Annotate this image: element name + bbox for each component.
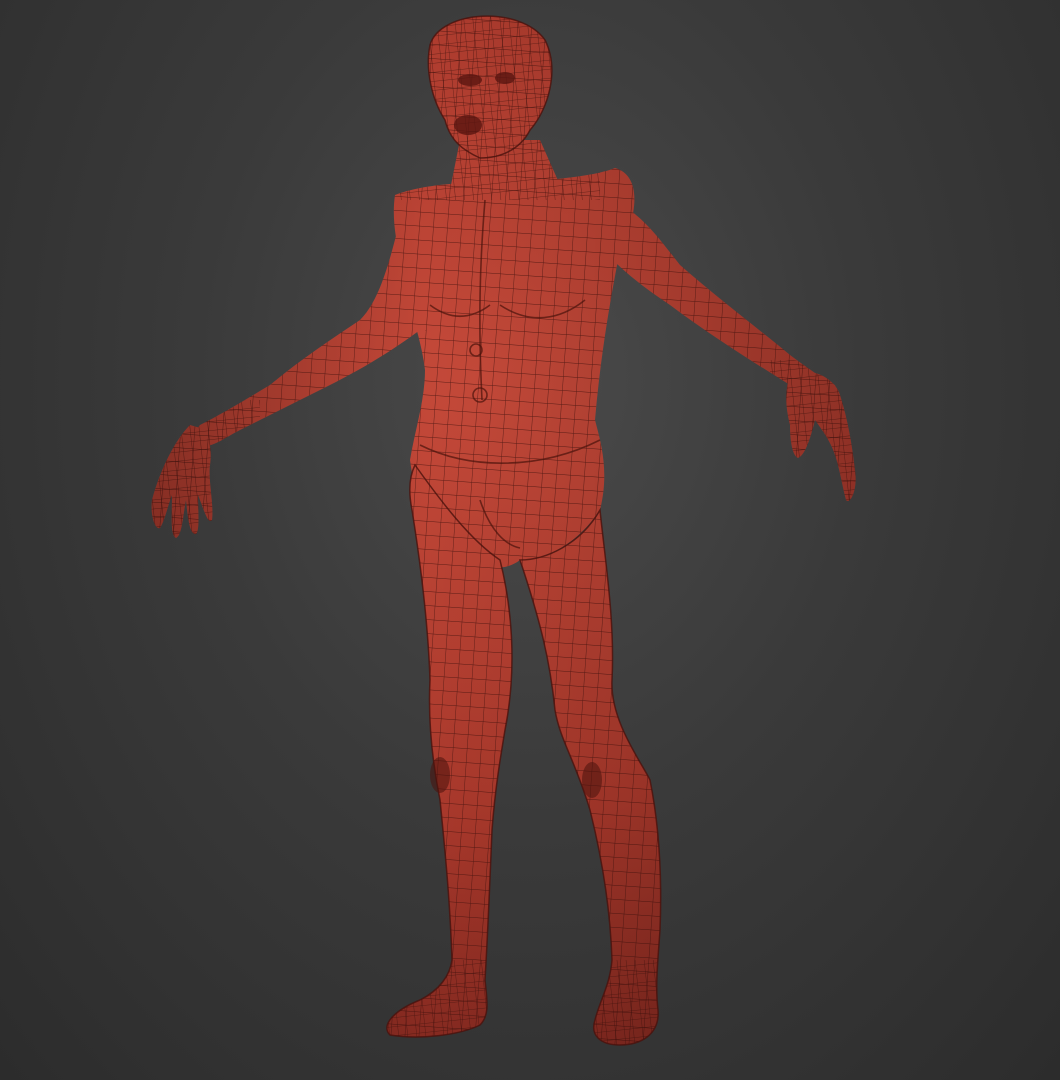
humanoid-mesh-render	[151, 15, 856, 1046]
3d-viewport[interactable]	[0, 0, 1060, 1080]
mesh-body	[151, 15, 856, 1046]
